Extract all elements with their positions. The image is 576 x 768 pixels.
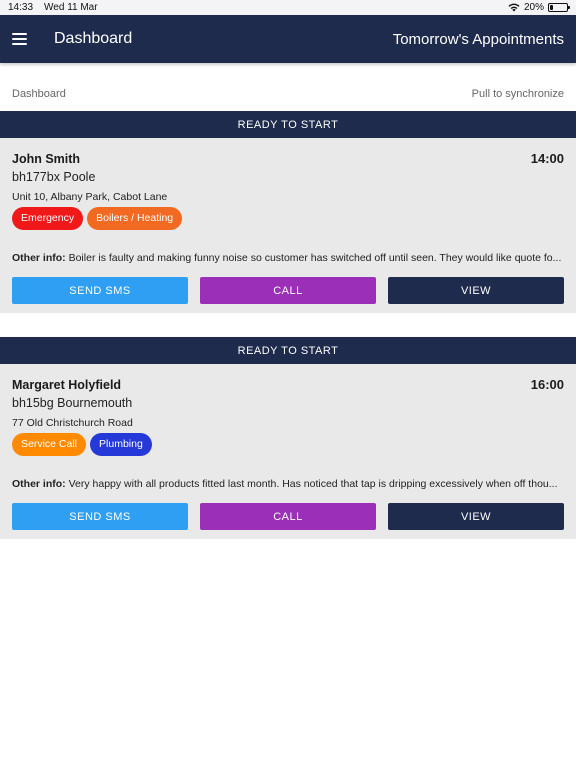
status-date: Wed 11 Mar — [44, 2, 98, 13]
other-info-label: Other info: — [12, 252, 66, 264]
sync-hint: Pull to synchronize — [471, 88, 564, 100]
view-button[interactable]: VIEW — [388, 503, 564, 530]
send-sms-button[interactable]: SEND SMS — [12, 277, 188, 304]
subheader: Dashboard Pull to synchronize — [0, 82, 576, 106]
view-button[interactable]: VIEW — [388, 277, 564, 304]
customer-name: John Smith — [12, 151, 81, 166]
status-banner: READY TO START — [0, 111, 576, 138]
other-info: Other info: Very happy with all products… — [12, 478, 564, 490]
breadcrumb: Dashboard — [12, 88, 66, 100]
customer-name: Margaret Holyfield — [12, 377, 122, 392]
battery-percent: 20% — [523, 2, 544, 13]
appointment-card: READY TO START John Smith 14:00 bh177bx … — [0, 111, 576, 313]
wifi-icon — [508, 3, 520, 12]
page-title: Dashboard — [54, 30, 133, 47]
other-info: Other info: Boiler is faulty and making … — [12, 252, 564, 264]
tag-badge: Plumbing — [90, 433, 152, 456]
tomorrows-appointments-link[interactable]: Tomorrow's Appointments — [393, 31, 564, 48]
appointment-time: 14:00 — [530, 151, 564, 166]
address: 77 Old Christchurch Road — [12, 417, 133, 429]
status-banner: READY TO START — [0, 337, 576, 364]
other-info-label: Other info: — [12, 478, 66, 490]
postcode: bh15bg Bournemouth — [12, 396, 133, 410]
call-button[interactable]: CALL — [200, 503, 376, 530]
battery-icon — [548, 3, 570, 12]
address: Unit 10, Albany Park, Cabot Lane — [12, 191, 168, 203]
nav-bar: Dashboard Tomorrow's Appointments — [0, 15, 576, 63]
status-time: 14:33 — [8, 2, 34, 13]
call-button[interactable]: CALL — [200, 277, 376, 304]
other-info-text: Boiler is faulty and making funny noise … — [68, 252, 562, 264]
status-bar: 14:33 Wed 11 Mar 20% — [0, 0, 576, 15]
tag-badge: Boilers / Heating — [87, 207, 183, 230]
postcode: bh177bx Poole — [12, 170, 96, 184]
appointment-card: READY TO START Margaret Holyfield 16:00 … — [0, 337, 576, 539]
hamburger-menu-icon[interactable] — [12, 29, 32, 49]
tag-badge: Emergency — [12, 207, 84, 230]
other-info-text: Very happy with all products fitted last… — [68, 478, 558, 490]
send-sms-button[interactable]: SEND SMS — [12, 503, 188, 530]
appointment-time: 16:00 — [530, 377, 564, 392]
tag-badge: Service Call — [12, 433, 87, 456]
